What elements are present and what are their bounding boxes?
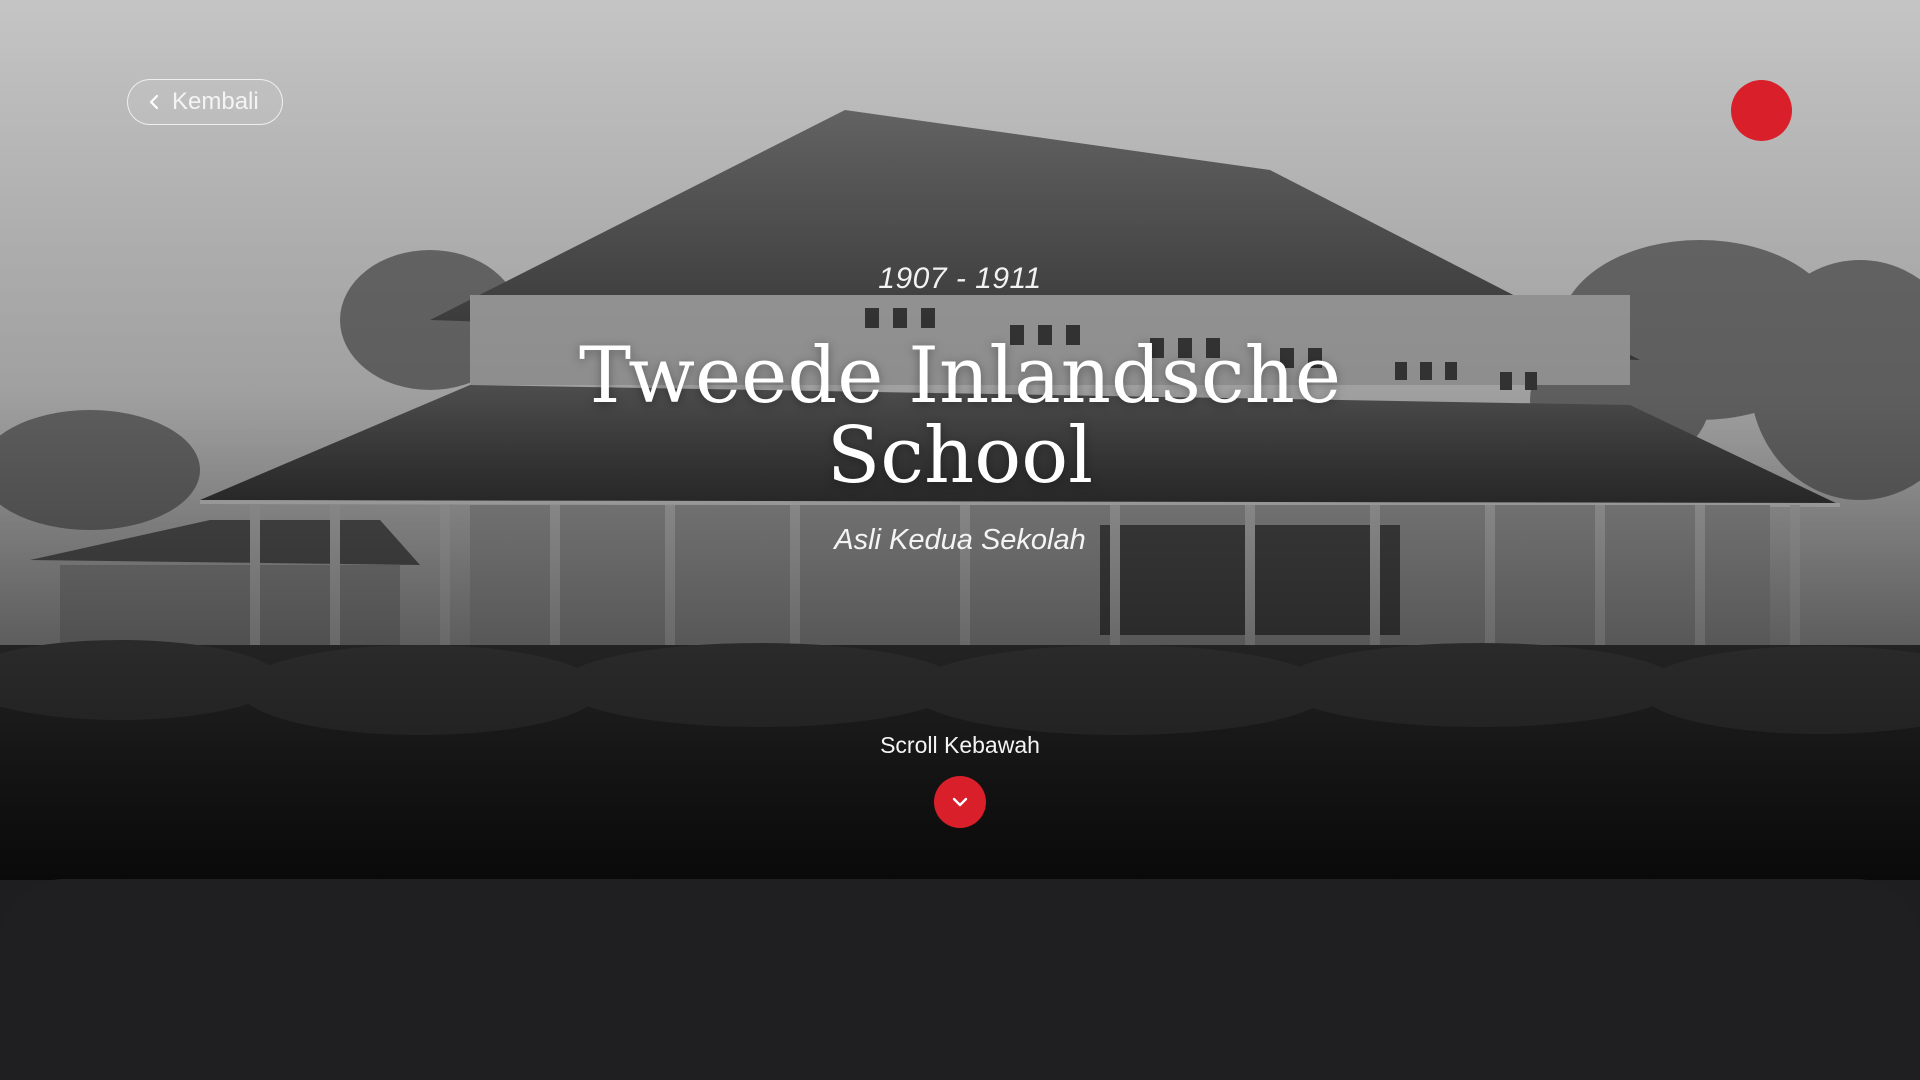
back-button[interactable]: Kembali [127, 79, 283, 125]
content-panel [0, 879, 1920, 1080]
year-range: 1907 - 1911 [878, 262, 1042, 295]
page-title: Tweede Inlandsche School [579, 331, 1341, 501]
chevron-down-icon [952, 797, 968, 807]
chevron-left-icon [149, 94, 159, 110]
scroll-down-button[interactable] [934, 776, 986, 828]
scroll-hint-label: Scroll Kebawah [880, 732, 1040, 758]
back-button-label: Kembali [172, 88, 259, 115]
page-subtitle: Asli Kedua Sekolah [834, 524, 1086, 556]
menu-dot-icon[interactable] [1731, 80, 1792, 141]
